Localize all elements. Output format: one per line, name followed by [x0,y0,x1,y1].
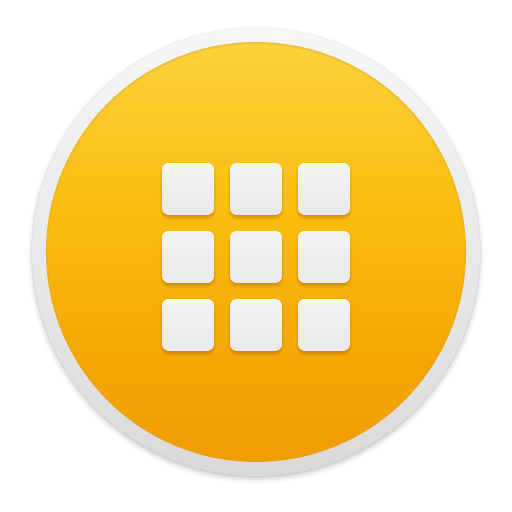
grid-tile-1 [162,163,214,215]
app-grid-icon [162,163,350,351]
grid-tile-6 [298,231,350,283]
grid-tile-4 [162,231,214,283]
grid-tile-2 [230,163,282,215]
grid-tile-8 [230,299,282,351]
app-icon-canvas [0,0,512,512]
grid-tile-3 [298,163,350,215]
grid-tile-9 [298,299,350,351]
grid-tile-5 [230,231,282,283]
grid-tile-7 [162,299,214,351]
